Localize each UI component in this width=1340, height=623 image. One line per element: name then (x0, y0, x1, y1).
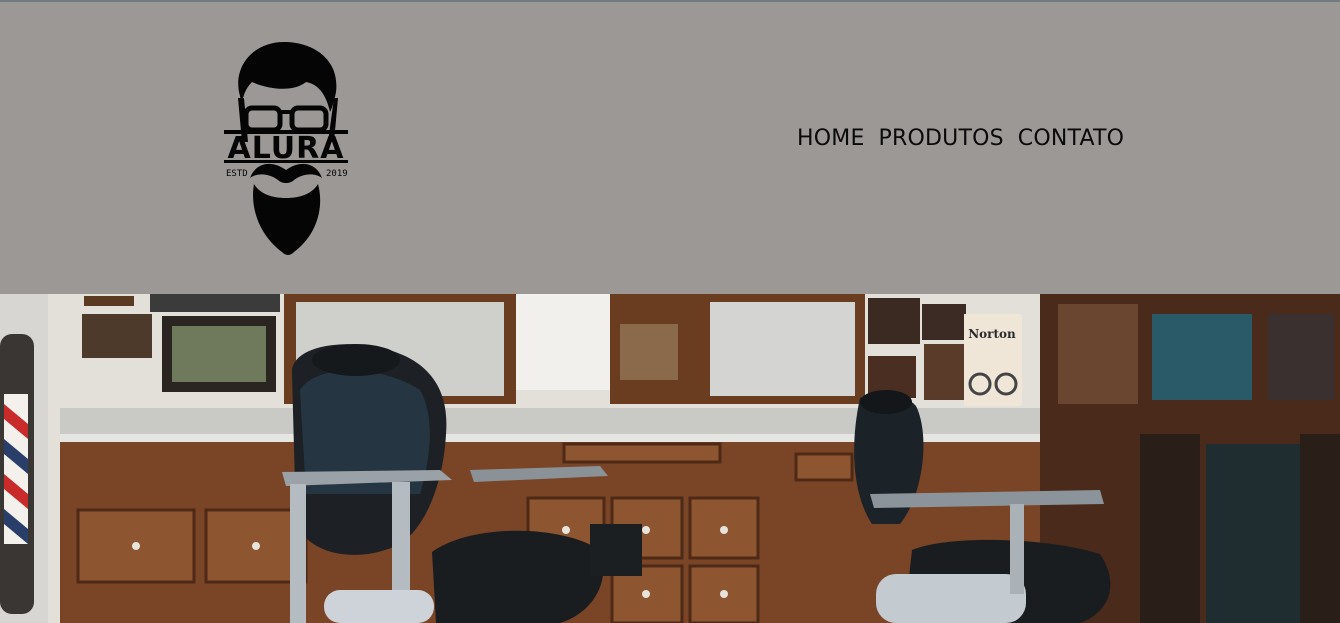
main-nav: HOME PRODUTOS CONTATO (797, 126, 1124, 151)
nav-home[interactable]: HOME (797, 126, 865, 151)
logo-year-text: 2019 (326, 169, 348, 179)
nav-produtos[interactable]: PRODUTOS (879, 126, 1004, 151)
logo-est-text: ESTD (226, 169, 248, 179)
barbershop-photo-icon: Norton (0, 294, 1340, 623)
hero-banner: Norton (0, 294, 1340, 623)
logo-link[interactable]: ALURA ESTD 2019 (222, 38, 350, 258)
bearded-man-logo-icon: ALURA ESTD 2019 (224, 42, 348, 255)
site-header: ALURA ESTD 2019 HOME PRODUTOS CONTATO (0, 2, 1340, 294)
nav-contato[interactable]: CONTATO (1018, 126, 1124, 151)
hero-poster-text: Norton (968, 327, 1016, 341)
logo-brand-text: ALURA (228, 131, 345, 166)
